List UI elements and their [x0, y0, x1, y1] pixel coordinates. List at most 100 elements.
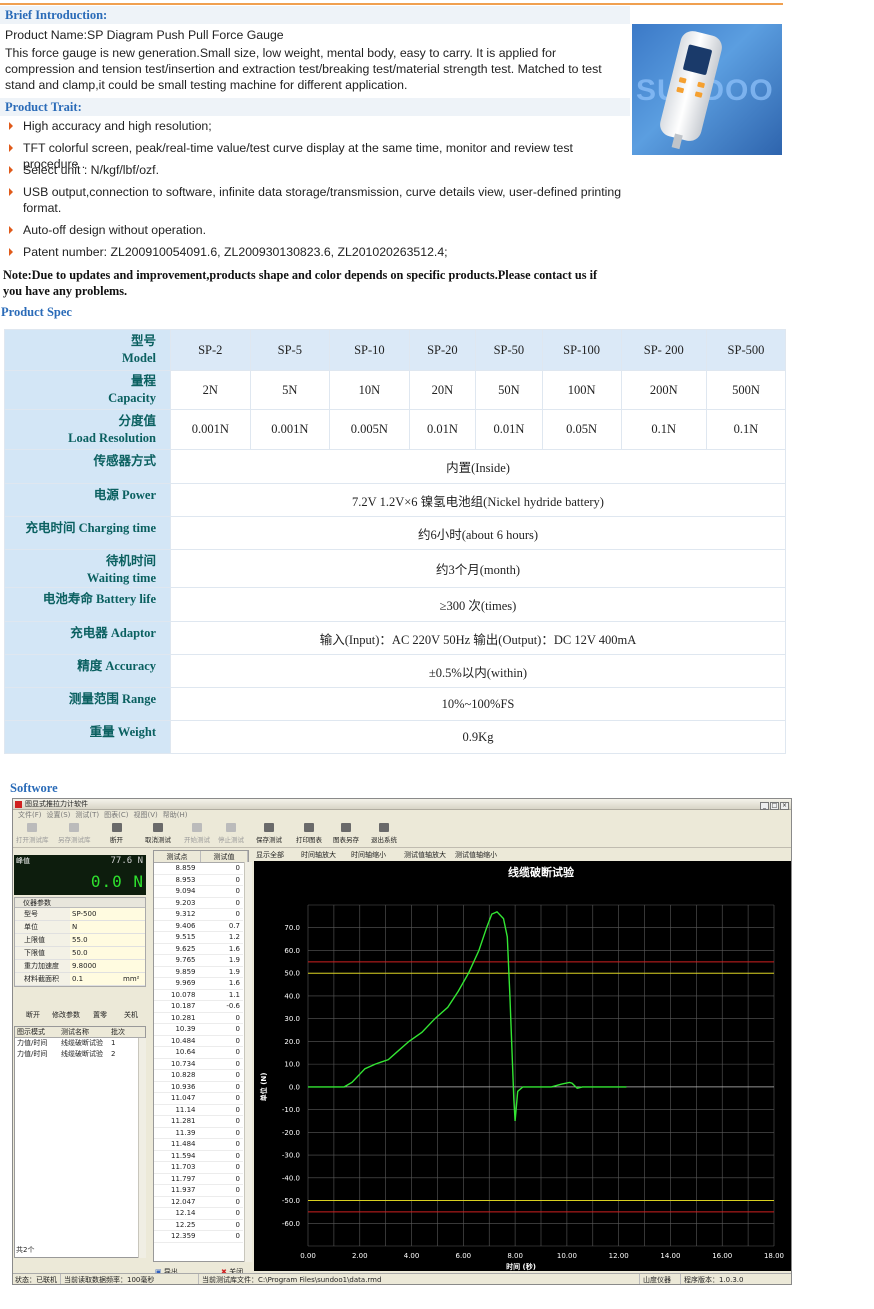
test-file-list: 图示模式 测试名称 批次 力值/时间 线缆破断试验 1 力值/时间 线缆破断试验 2 共2个 [14, 1026, 146, 1258]
table-row[interactable]: 10.187 -0.6 [154, 1001, 243, 1013]
file-row[interactable]: 力值/时间 线缆破断试验 1 [15, 1038, 145, 1049]
table-row[interactable]: 12.14 0 [154, 1208, 243, 1220]
toolbar-button[interactable]: 取消测试 [145, 823, 171, 844]
bullet-arrow-icon [9, 166, 13, 174]
menu-item[interactable]: 文件(F) [18, 811, 42, 819]
table-row[interactable]: 11.703 0 [154, 1162, 243, 1174]
chart-tab[interactable]: 测试值轴缩小 [455, 850, 497, 861]
bullet-arrow-icon [9, 226, 13, 234]
file-list-scrollbar[interactable] [138, 1038, 146, 1258]
minimize-icon[interactable]: _ [760, 802, 769, 810]
device-button[interactable]: 置零 [93, 1009, 107, 1021]
table-row[interactable]: 11.14 0 [154, 1105, 243, 1116]
table-row[interactable]: 11.594 0 [154, 1151, 243, 1162]
table-row[interactable]: 11.797 0 [154, 1174, 243, 1185]
table-row[interactable]: 9.859 1.9 [154, 967, 243, 978]
chart-tab[interactable]: 测试值轴放大 [404, 850, 446, 861]
column-header[interactable]: 测试值 [201, 851, 248, 862]
table-row[interactable]: 10.281 0 [154, 1013, 243, 1024]
table-row[interactable]: 9.625 1.6 [154, 944, 243, 955]
param-row[interactable]: 单位 N [15, 921, 145, 934]
spec-label: 型号 Model [4, 329, 171, 371]
menu-item[interactable]: 视图(V) [134, 811, 158, 819]
param-row[interactable]: 下限值 50.0 [15, 947, 145, 960]
chart-tab[interactable]: 时间轴缩小 [351, 850, 386, 861]
table-row[interactable]: 11.281 0 [154, 1116, 243, 1128]
param-row[interactable]: 上限值 55.0 [15, 934, 145, 947]
toolbar-button[interactable]: 开始测试 [184, 823, 210, 844]
table-row[interactable]: 10.64 0 [154, 1047, 243, 1059]
device-button[interactable]: 修改参数 [52, 1009, 80, 1021]
chart-tab[interactable]: 时间轴放大 [301, 850, 336, 861]
column-header[interactable]: 图示模式 [15, 1027, 59, 1037]
status-bar: 状态：已联机 当前读取数据频率：100毫秒 当前测试库文件：C:\Program… [13, 1273, 791, 1284]
y-tick-label: -20.0 [282, 1129, 300, 1137]
bullet-arrow-icon [9, 144, 13, 152]
model-cell: SP- 200 [620, 329, 707, 371]
y-tick-label: 0.0 [289, 1083, 300, 1091]
table-row[interactable]: 9.515 1.2 [154, 932, 243, 944]
menu-item[interactable]: 图表(C) [104, 811, 128, 819]
column-header[interactable]: 测试点 [154, 851, 201, 862]
column-header[interactable]: 批次 [109, 1027, 145, 1037]
status-company: 山度仪器 [641, 1274, 681, 1284]
spec-cell: 5N [249, 370, 331, 410]
menu-item[interactable]: 帮助(H) [163, 811, 188, 819]
spec-row: 充电时间 Charging time 约6小时(about 6 hours) [4, 516, 786, 550]
table-row[interactable]: 10.936 0 [154, 1082, 243, 1093]
spec-cell: 50N [475, 370, 543, 410]
table-row[interactable]: 8.859 0 [154, 863, 243, 875]
device-button[interactable]: 关机 [124, 1009, 138, 1021]
table-row[interactable]: 9.312 0 [154, 909, 243, 921]
table-row[interactable]: 10.828 0 [154, 1070, 243, 1082]
menu-item[interactable]: 设置(S) [47, 811, 71, 819]
data-table-scrollbar[interactable] [244, 862, 252, 1262]
bullet-arrow-icon [9, 188, 13, 196]
toolbar-button[interactable]: 打印图表 [296, 823, 322, 844]
column-header[interactable]: 测试名称 [59, 1027, 109, 1037]
device-button[interactable]: 断开 [26, 1009, 40, 1021]
y-tick-label: -30.0 [282, 1152, 300, 1160]
table-row[interactable]: 10.078 1.1 [154, 990, 243, 1001]
table-row[interactable]: 9.406 0.7 [154, 921, 243, 932]
app-icon [15, 801, 22, 808]
table-row[interactable]: 11.484 0 [154, 1139, 243, 1151]
maximize-icon[interactable]: □ [770, 802, 779, 810]
y-tick-label: 10.0 [284, 1061, 300, 1069]
param-row[interactable]: 型号 SP-500 [15, 908, 145, 921]
spec-row: 电池寿命 Battery life ≥300 次(times) [4, 587, 786, 622]
chart-tab[interactable]: 显示全部 [256, 850, 284, 861]
table-row[interactable]: 10.734 0 [154, 1059, 243, 1070]
table-row[interactable]: 9.969 1.6 [154, 978, 243, 990]
table-row[interactable]: 10.484 0 [154, 1036, 243, 1047]
table-row[interactable]: 12.047 0 [154, 1197, 243, 1208]
close-icon[interactable]: × [780, 802, 789, 810]
table-row[interactable]: 11.937 0 [154, 1185, 243, 1197]
peak-readout: 峰值 77.6 N 0.0 N [14, 855, 146, 895]
table-row[interactable]: 9.765 1.9 [154, 955, 243, 967]
toolbar-button[interactable]: 停止测试 [218, 823, 244, 844]
param-row[interactable]: 重力加速度 9.8000 [15, 960, 145, 973]
toolbar-button[interactable]: 保存测试 [256, 823, 282, 844]
table-row[interactable]: 11.39 0 [154, 1128, 243, 1139]
table-row[interactable]: 9.203 0 [154, 898, 243, 909]
toolbar-button[interactable]: 退出系统 [371, 823, 397, 844]
toolbar-button[interactable]: 另存测试库 [58, 823, 91, 844]
table-row[interactable]: 11.047 0 [154, 1093, 243, 1105]
intro-text: This force gauge is new generation.Small… [5, 46, 602, 92]
table-row[interactable]: 9.094 0 [154, 886, 243, 898]
table-row[interactable]: 12.359 0 [154, 1231, 243, 1243]
menu-item[interactable]: 测试(T) [75, 811, 99, 819]
toolbar-button[interactable]: 图表另存 [333, 823, 359, 844]
table-row[interactable]: 8.953 0 [154, 875, 243, 886]
toolbar-button[interactable]: 断开 [110, 823, 123, 844]
toolbar-button[interactable]: 打开测试库 [16, 823, 49, 844]
file-row[interactable]: 力值/时间 线缆破断试验 2 [15, 1049, 145, 1060]
table-row[interactable]: 12.25 0 [154, 1220, 243, 1231]
param-row[interactable]: 材料截面积 0.1 mm² [15, 973, 145, 986]
table-row[interactable]: 10.39 0 [154, 1024, 243, 1036]
bullet-arrow-icon [9, 248, 13, 256]
software-window: 图显式推拉力计软件 _ □ × 文件(F) 设置(S) 测试(T) 图表(C) 视图(V) 帮… [12, 798, 792, 1285]
chart-area: 70.0 60.0 50.0 40.0 30.0 20.0 10.0 0.0 -10.0 -20.… [254, 861, 791, 1271]
y-tick-label: -10.0 [282, 1106, 300, 1114]
